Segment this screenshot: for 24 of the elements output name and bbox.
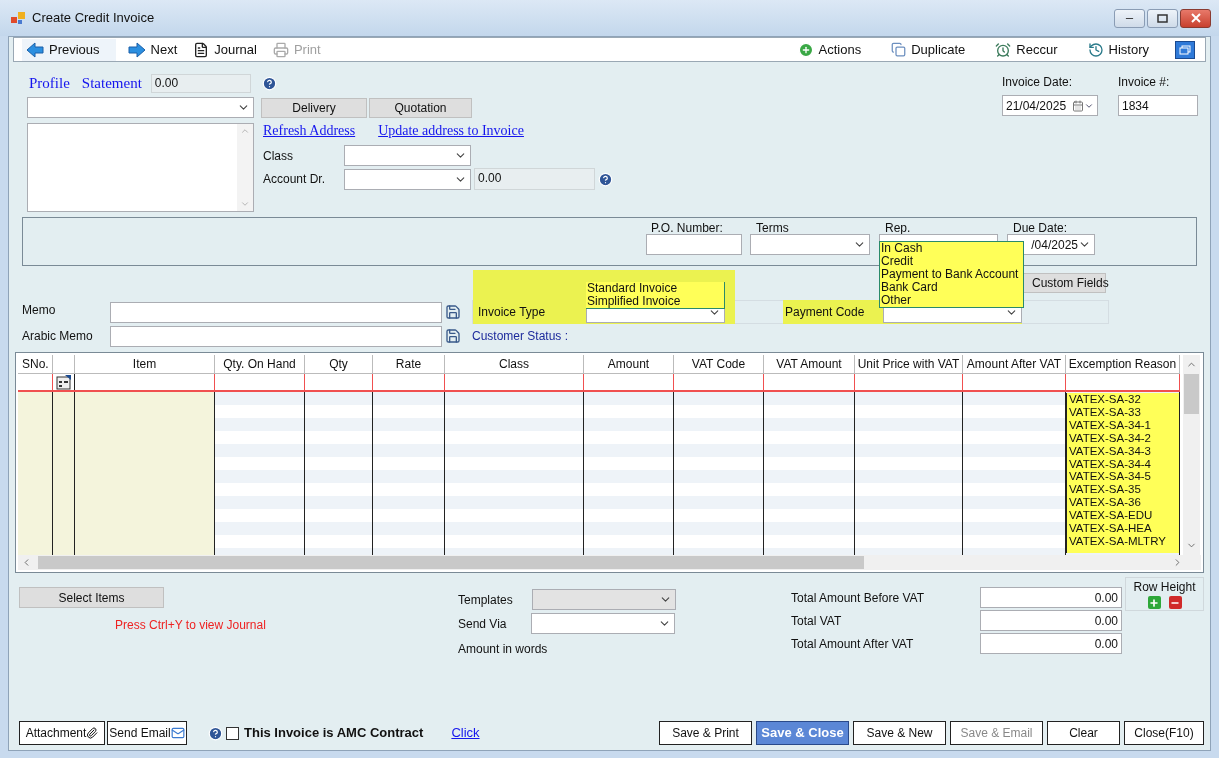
rep-label: Rep.: [884, 220, 912, 234]
row-height-label: Row Height: [1133, 579, 1196, 596]
window-title: Create Credit Invoice: [32, 9, 155, 28]
po-number-label: P.O. Number:: [650, 220, 724, 234]
invoice-type-label: Invoice Type: [478, 304, 547, 321]
account-label: Account Dr.: [263, 171, 327, 188]
send-via-label: Send Via: [458, 615, 508, 633]
memo-label: Memo: [22, 302, 57, 319]
due-date-value: /04/2025: [1030, 236, 1078, 254]
total-label: Total Amount After VAT: [791, 635, 915, 653]
arabic-memo-label: Arabic Memo: [22, 328, 94, 345]
amc-contract-label: This Invoice is AMC Contract: [244, 724, 424, 743]
class-label: Class: [263, 147, 294, 165]
payment-code-label: Payment Code: [785, 304, 866, 321]
due-date-label: Due Date:: [1012, 220, 1069, 234]
customer-status-label: Customer Status :: [472, 328, 569, 345]
amount-in-words-label: Amount in words: [458, 641, 549, 658]
terms-label: Terms: [755, 220, 790, 234]
journal-hint: Press Ctrl+Y to view Journal: [115, 617, 267, 634]
invoice-number-label: Invoice #:: [1118, 74, 1171, 91]
invoice-date-label: Invoice Date:: [1002, 74, 1074, 91]
templates-label: Templates: [458, 591, 514, 609]
total-label: Total VAT: [791, 612, 843, 630]
total-label: Total Amount Before VAT: [791, 589, 925, 607]
